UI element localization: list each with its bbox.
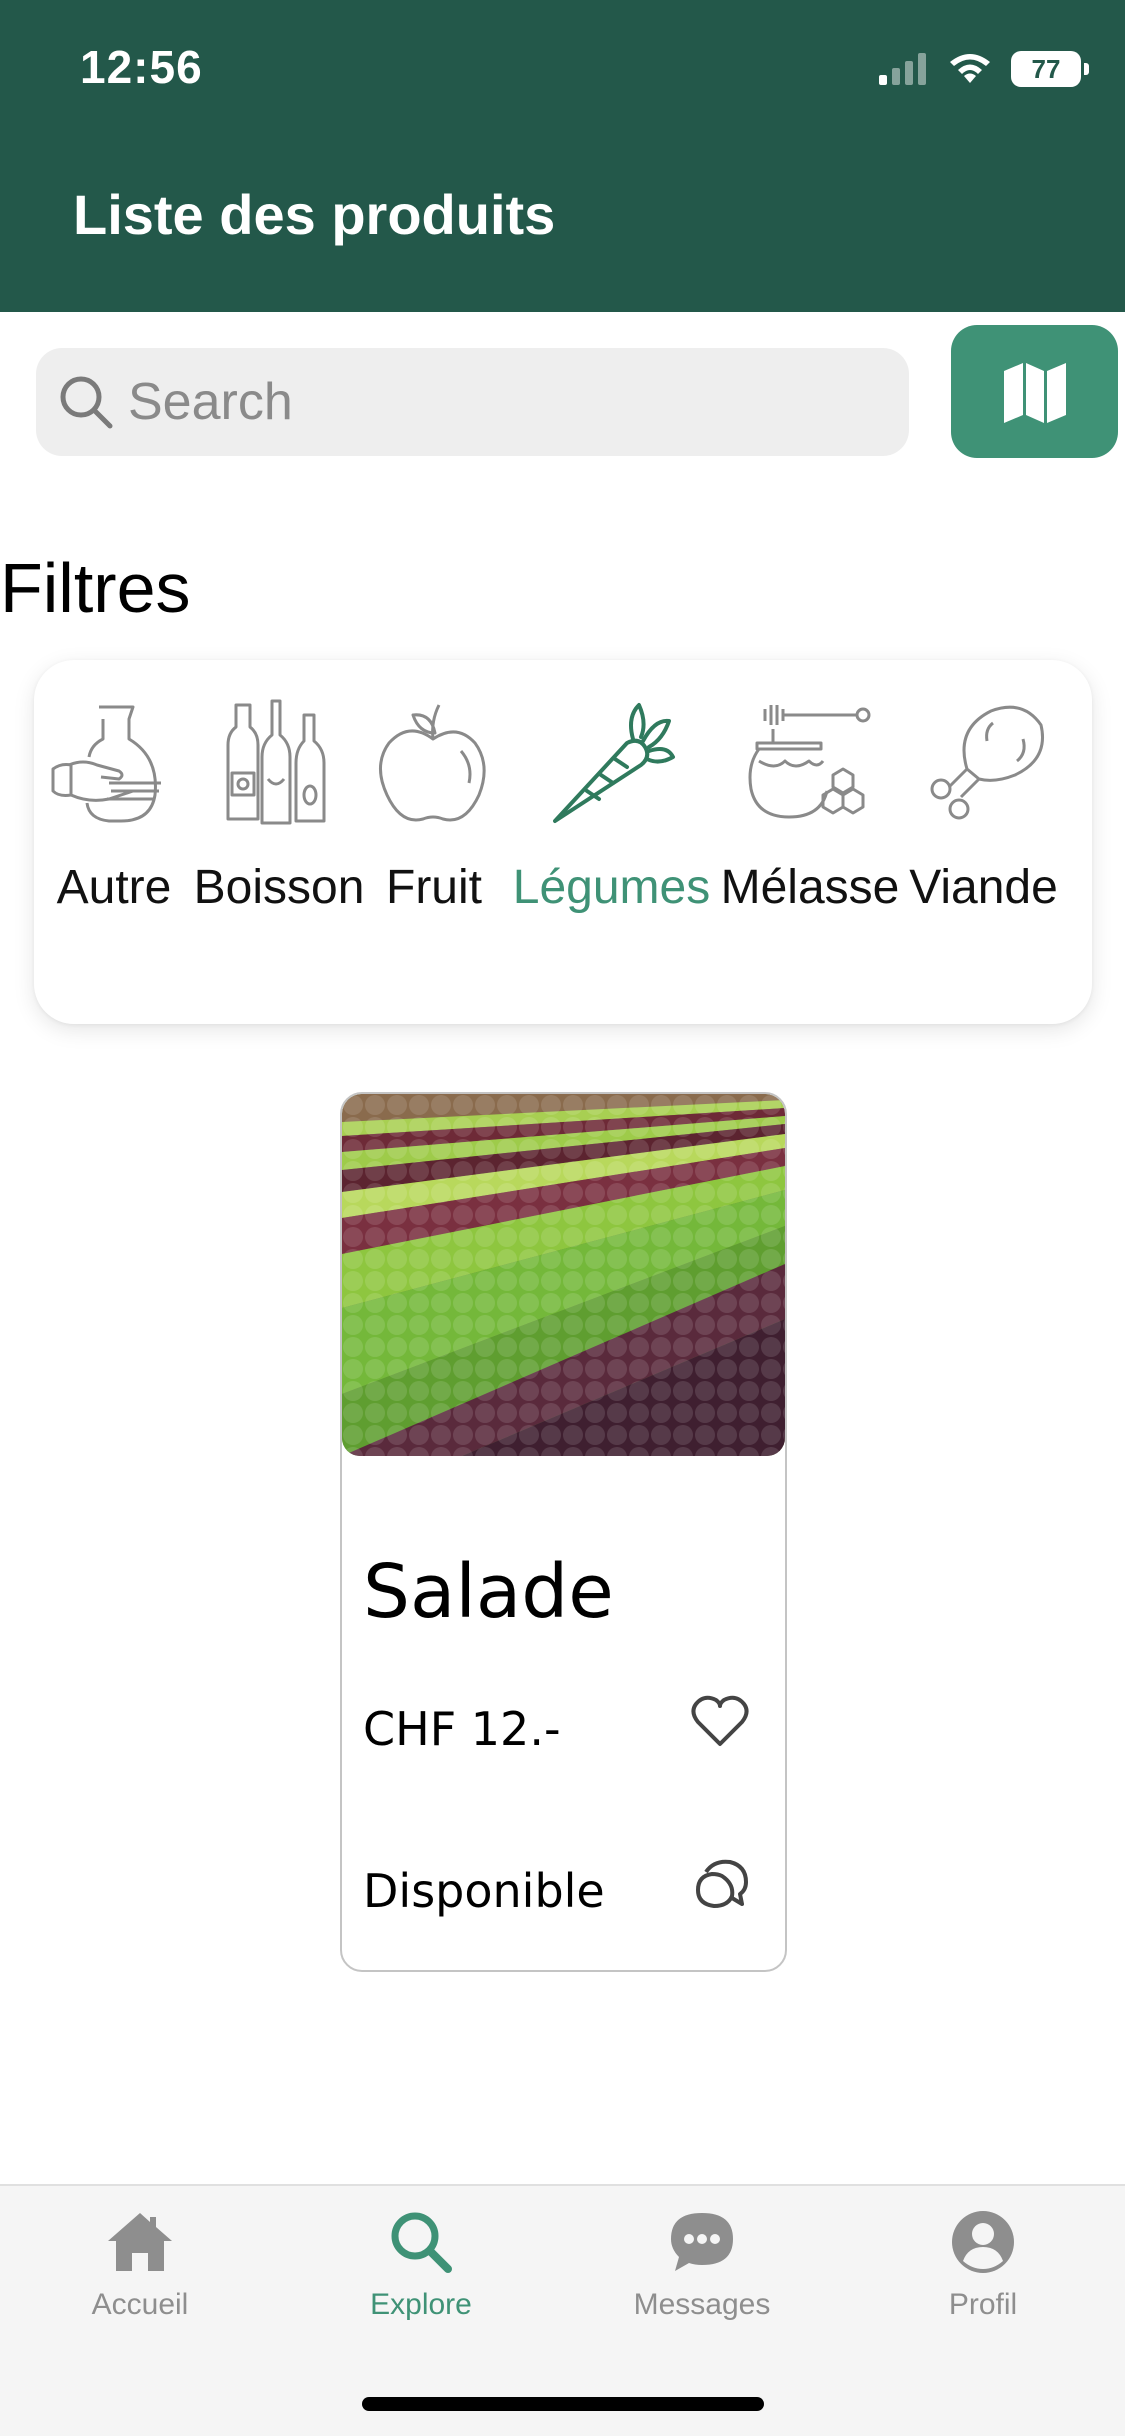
filters-heading: Filtres: [0, 549, 191, 627]
filter-label: Viande: [909, 861, 1058, 914]
filter-label: Autre: [56, 861, 172, 914]
filter-autre[interactable]: Autre: [34, 660, 194, 1024]
honey-icon: [748, 705, 871, 819]
wifi-icon: [950, 54, 990, 83]
pitcher-icon: [51, 705, 161, 823]
apple-icon: [379, 704, 486, 822]
availability-text: Disponible: [363, 1864, 605, 1918]
drumstick-icon: [930, 705, 1044, 820]
page-title: Liste des produits: [73, 183, 556, 246]
profile-icon: [952, 2211, 1014, 2273]
search-bar[interactable]: [36, 348, 909, 456]
status-time: 12:56: [80, 41, 203, 93]
search-icon: [391, 2212, 452, 2273]
heart-icon: [691, 1695, 749, 1746]
filter-label: Légumes: [512, 861, 711, 914]
filter-legumes[interactable]: Légumes: [504, 660, 719, 1024]
product-name: Salade: [363, 1549, 614, 1635]
home-indicator: [362, 2397, 764, 2411]
chat-bubble-icon: [671, 2213, 733, 2271]
status-icons: 77: [879, 48, 1089, 90]
bottles-icon: [226, 699, 326, 825]
battery-icon: 77: [1011, 51, 1089, 87]
search-input[interactable]: [128, 372, 888, 432]
signal-icon: [879, 53, 926, 85]
lettuce-field-image: [342, 1094, 785, 1456]
tab-profil[interactable]: Profil: [883, 2206, 1083, 2322]
tab-label: Explore: [370, 2288, 472, 2321]
tab-messages[interactable]: Messages: [602, 2206, 802, 2322]
search-icon: [60, 376, 113, 429]
carrot-icon: [552, 703, 675, 823]
tab-label: Accueil: [91, 2288, 189, 2321]
tab-label: Profil: [948, 2288, 1018, 2321]
product-price: CHF 12.-: [363, 1702, 561, 1756]
tab-label: Messages: [633, 2288, 771, 2321]
home-icon: [108, 2213, 172, 2271]
filter-viande[interactable]: Viande: [901, 660, 1066, 1024]
tab-explore[interactable]: Explore: [321, 2206, 521, 2322]
product-card[interactable]: Salade CHF 12.- Disponible: [340, 1092, 787, 1972]
filter-label: Boisson: [193, 861, 365, 914]
tab-accueil[interactable]: Accueil: [40, 2206, 240, 2322]
filter-carousel: Autre Boisson Fruit Légumes Mélasse Vian…: [34, 660, 1092, 1024]
map-button[interactable]: [951, 325, 1118, 458]
contact-button[interactable]: [692, 1856, 752, 1916]
chat-icon: [696, 1859, 748, 1908]
favorite-button[interactable]: [690, 1692, 750, 1752]
filter-melasse[interactable]: Mélasse: [719, 660, 901, 1024]
app-header: 12:56 77 Liste des produits: [0, 0, 1125, 312]
filter-fruit[interactable]: Fruit: [364, 660, 504, 1024]
filter-boisson[interactable]: Boisson: [194, 660, 364, 1024]
filter-label: Mélasse: [720, 861, 900, 914]
map-icon: [1003, 362, 1066, 423]
filter-label: Fruit: [386, 861, 482, 914]
